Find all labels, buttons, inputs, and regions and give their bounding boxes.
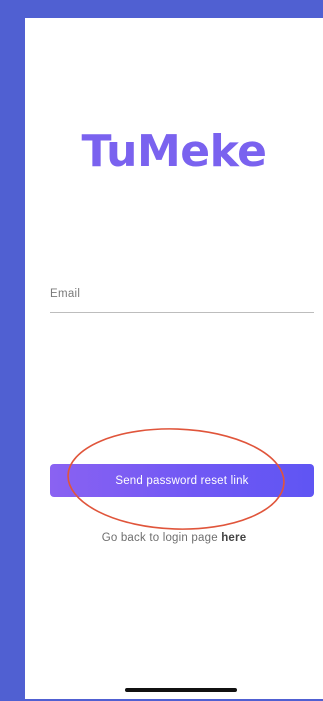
email-field[interactable] <box>50 282 314 313</box>
back-to-login-label: Go back to login page <box>101 532 218 544</box>
send-reset-link-button[interactable]: Send password reset link <box>50 464 314 497</box>
back-to-login-link[interactable]: here <box>221 532 246 544</box>
back-to-login-text: Go back to login page here <box>25 532 323 544</box>
app-logo: TuMeke <box>81 126 267 177</box>
phone-screen: TuMeke Email Send password reset link Go… <box>25 18 323 699</box>
home-indicator <box>125 688 237 692</box>
